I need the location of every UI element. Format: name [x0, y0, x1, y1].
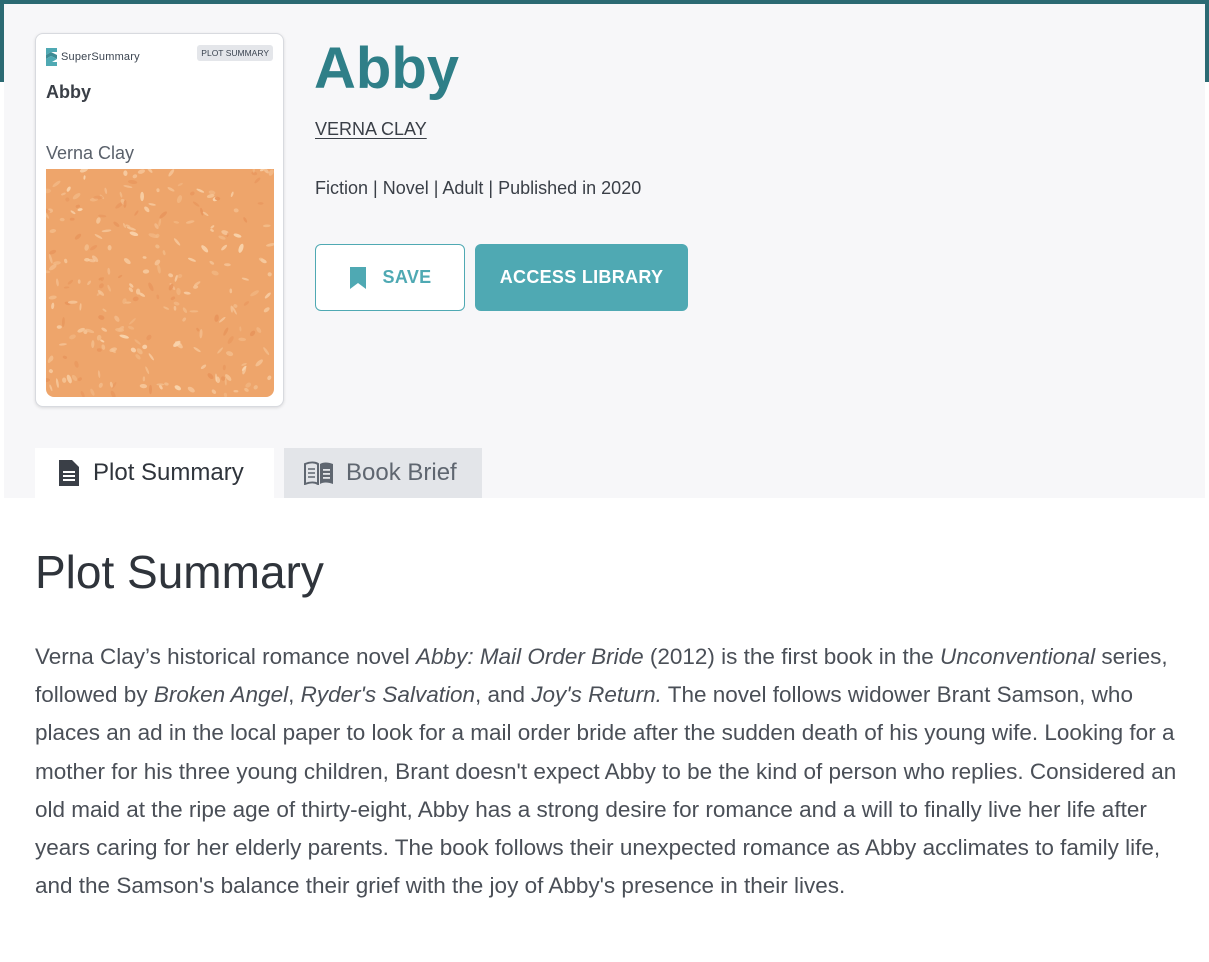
summary-title-italic: Broken Angel: [153, 682, 289, 708]
cover-author: Verna Clay: [46, 143, 135, 163]
summary-part: The novel follows widower Brant Samson, …: [35, 682, 1177, 899]
summary-part: Verna Clay’s historical romance novel: [35, 644, 417, 669]
save-button[interactable]: SAVE: [315, 244, 465, 311]
document-icon: [59, 460, 79, 486]
supersummary-logo-icon: [46, 48, 57, 66]
open-book-icon: [304, 461, 333, 485]
bookmark-icon: [349, 266, 366, 289]
cover-title: Abby: [46, 82, 91, 102]
book-meta: Fiction | Novel | Adult | Published in 2…: [315, 178, 642, 198]
summary-title-italic: Ryder's Salvation: [300, 682, 475, 708]
tab-book-brief[interactable]: Book Brief: [284, 448, 482, 498]
book-title: Abby: [314, 36, 459, 101]
summary-part: ,: [288, 682, 301, 708]
cover-brand-name: SuperSummary: [61, 51, 140, 63]
access-library-button[interactable]: ACCESS LIBRARY: [475, 244, 688, 311]
cover-art: [46, 169, 274, 397]
summary-title-italic: Abby: Mail Order Bride: [416, 644, 644, 669]
author-link[interactable]: VERNA CLAY: [315, 119, 427, 140]
plot-summary-text: Verna Clay’s historical romance novel Ab…: [35, 638, 1185, 905]
right-accent-edge: [1205, 0, 1209, 82]
summary-title-italic: Unconventional: [940, 644, 1096, 669]
cover-badge: PLOT SUMMARY: [197, 45, 273, 61]
book-cover-card: SuperSummary PLOT SUMMARY Abby Verna Cla…: [35, 33, 284, 407]
tab-plot-summary[interactable]: Plot Summary: [35, 448, 274, 498]
summary-part: (2012) is the first book in the: [643, 644, 941, 669]
summary-part: , and: [474, 682, 532, 708]
save-label: SAVE: [382, 267, 432, 287]
summary-title-italic: Joy's Return.: [531, 682, 662, 708]
cover-brand: SuperSummary: [46, 48, 140, 66]
section-heading: Plot Summary: [35, 546, 324, 598]
tab-plot-summary-label: Plot Summary: [93, 459, 244, 486]
tab-book-brief-label: Book Brief: [346, 459, 457, 486]
